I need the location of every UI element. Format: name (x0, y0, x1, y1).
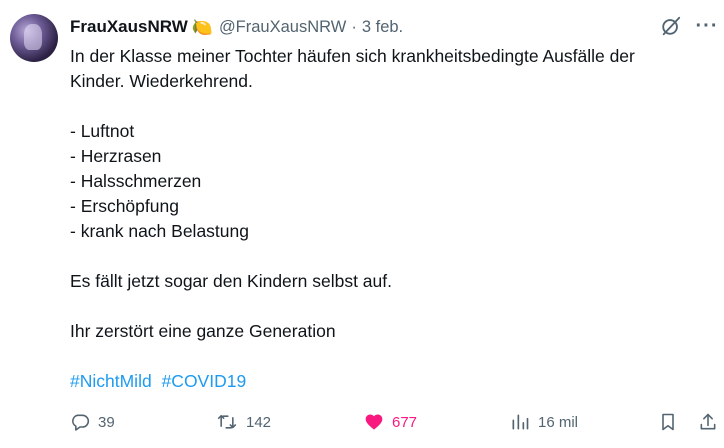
bookmark-button[interactable] (658, 408, 678, 436)
like-count: 677 (392, 413, 418, 431)
text-paragraph: Es fällt jetzt sogar den Kindern selbst … (70, 271, 392, 291)
share-icon (700, 413, 716, 430)
retweet-icon (217, 414, 237, 429)
list-item: - Erschöpfung (70, 196, 179, 216)
grok-icon[interactable] (658, 13, 684, 39)
like-button[interactable]: 677 (364, 408, 417, 436)
text-line: In der Klasse meiner Tochter häufen sich… (70, 46, 635, 66)
list-item: - krank nach Belastung (70, 221, 249, 241)
reply-icon (72, 414, 90, 431)
lemon-emoji: 🍋 (191, 17, 213, 37)
tweet-header: FrauXausNRW 🍋 @FrauXausNRW · 3 feb. (70, 14, 403, 40)
avatar[interactable] (10, 14, 58, 62)
tweet-text: In der Klasse meiner Tochter häufen sich… (70, 44, 710, 394)
author-name[interactable]: FrauXausNRW (70, 17, 188, 37)
views-icon (512, 414, 529, 430)
reply-button[interactable]: 39 (70, 408, 115, 436)
hashtag-link[interactable]: #NichtMild (70, 371, 152, 391)
list-item: - Luftnot (70, 121, 135, 141)
views-button[interactable]: 16 mil (510, 408, 578, 436)
separator-dot: · (351, 17, 357, 36)
retweet-count: 142 (246, 413, 272, 431)
list-item: - Halsschmerzen (70, 171, 202, 191)
heart-icon (365, 414, 383, 430)
author-handle[interactable]: @FrauXausNRW (219, 18, 346, 37)
hashtag-link[interactable]: #COVID19 (162, 371, 247, 391)
tweet-date[interactable]: 3 feb. (362, 18, 403, 37)
action-bar: 39 142 677 16 mil (70, 408, 718, 436)
reply-count: 39 (98, 413, 115, 431)
bookmark-icon (662, 413, 674, 431)
list-item: - Herzrasen (70, 146, 162, 166)
retweet-button[interactable]: 142 (216, 408, 271, 436)
share-button[interactable] (698, 408, 718, 436)
text-line: Kinder. Wiederkehrend. (70, 71, 253, 91)
more-icon[interactable]: ··· (694, 13, 720, 39)
views-count: 16 mil (538, 413, 579, 431)
text-paragraph: Ihr zerstört eine ganze Generation (70, 321, 336, 341)
hashtags: #NichtMild #COVID19 (70, 369, 710, 394)
